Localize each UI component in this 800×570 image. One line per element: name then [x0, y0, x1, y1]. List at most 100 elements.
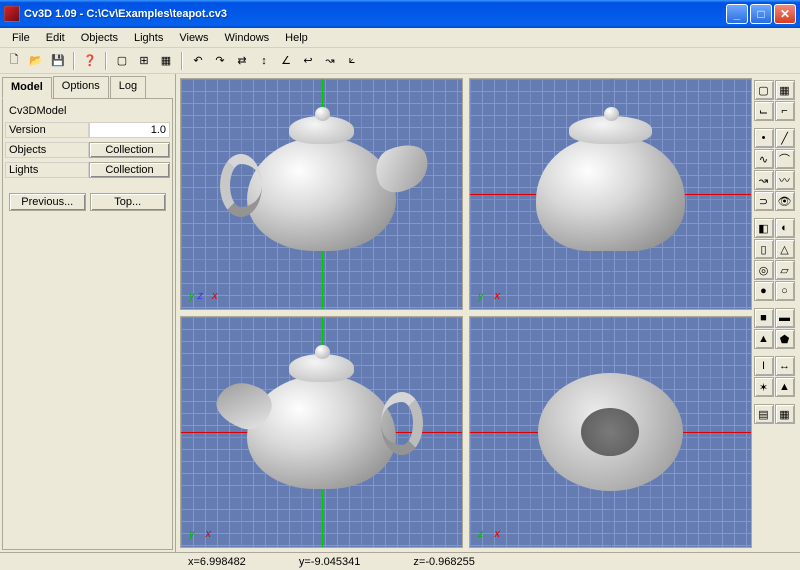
plane-icon[interactable]: ▱ — [775, 260, 795, 280]
circle-icon[interactable]: ● — [754, 281, 774, 301]
prop-name-version: Version — [5, 122, 89, 138]
torus-icon[interactable]: ◎ — [754, 260, 774, 280]
close-button[interactable]: ✕ — [774, 4, 796, 24]
tab-options[interactable]: Options — [53, 76, 109, 98]
viewport-side[interactable]: y x — [180, 316, 463, 548]
teapot-render — [201, 95, 443, 293]
teapot-render — [490, 333, 732, 531]
curve-tool-icon[interactable]: ∿ — [754, 149, 774, 169]
top-button[interactable]: Top... — [90, 193, 167, 211]
axis-badge: y x — [189, 526, 211, 541]
right-toolbar: ▢ ▦ ⌙ ⌐ • ╱ ∿ ⌒ ↝ 〰 ⊃ 👁 ◧ ◐ ▯ △ ◎ ▱ — [752, 78, 796, 548]
arrows-icon[interactable]: ⇄ — [232, 51, 252, 71]
titlebar: Cv3D 1.09 - C:\Cv\Examples\teapot.cv3 _ … — [0, 0, 800, 28]
teapot-render — [490, 95, 732, 293]
prop-name-objects: Objects — [5, 142, 89, 158]
rotate-left-icon[interactable]: ↶ — [188, 51, 208, 71]
axis-badge: y x — [478, 288, 500, 303]
nav-buttons: Previous... Top... — [5, 193, 170, 211]
maximize-button[interactable]: □ — [750, 4, 772, 24]
quad-icon[interactable]: ▦ — [156, 51, 176, 71]
layout-quad-icon[interactable]: ▦ — [775, 80, 795, 100]
previous-button[interactable]: Previous... — [9, 193, 86, 211]
measure-icon[interactable]: ⟀ — [342, 51, 362, 71]
sidebar: Model Options Log Cv3DModel Version 1.0 … — [0, 74, 176, 552]
pyramid-icon[interactable]: ▲ — [775, 377, 795, 397]
minimize-button[interactable]: _ — [726, 4, 748, 24]
curve-icon[interactable]: ↝ — [320, 51, 340, 71]
menu-help[interactable]: Help — [277, 30, 316, 46]
main-area: Model Options Log Cv3DModel Version 1.0 … — [0, 74, 800, 552]
view-area: y z x y x — [176, 74, 800, 552]
prop-name-lights: Lights — [5, 162, 89, 178]
tab-content: Cv3DModel Version 1.0 Objects Collection… — [2, 98, 173, 550]
menu-edit[interactable]: Edit — [38, 30, 73, 46]
hatch-icon[interactable]: ▤ — [754, 404, 774, 424]
open-icon[interactable]: 📂 — [26, 51, 46, 71]
prop-row-objects: Objects Collection — [5, 141, 170, 159]
rect-shape-icon[interactable]: ▬ — [775, 308, 795, 328]
undo-icon[interactable]: ↩ — [298, 51, 318, 71]
separator — [105, 52, 107, 70]
axis-badge: z x — [478, 526, 500, 541]
cylinder-icon[interactable]: ▯ — [754, 239, 774, 259]
text-tool-icon[interactable]: I — [754, 356, 774, 376]
status-x: x=6.998482 — [188, 556, 246, 568]
magnet-icon[interactable]: ⊃ — [754, 191, 774, 211]
menu-lights[interactable]: Lights — [126, 30, 171, 46]
poly-shape-icon[interactable]: ⬟ — [775, 329, 795, 349]
status-y: y=-9.045341 — [299, 556, 360, 568]
prop-value-version[interactable]: 1.0 — [89, 122, 170, 138]
model-class-label: Cv3DModel — [5, 103, 170, 119]
statusbar: x=6.998482 y=-9.045341 z=-0.968255 — [0, 552, 800, 570]
info-icon[interactable]: ❓ — [80, 51, 100, 71]
dimension-icon[interactable]: ↔ — [775, 356, 795, 376]
spline-tool-icon[interactable]: 〰 — [775, 170, 795, 190]
tri-shape-icon[interactable]: ▲ — [754, 329, 774, 349]
menu-windows[interactable]: Windows — [217, 30, 278, 46]
sidebar-tabs: Model Options Log — [2, 76, 173, 98]
ring-icon[interactable]: ○ — [775, 281, 795, 301]
viewport-front[interactable]: y x — [469, 78, 752, 310]
viewport-perspective[interactable]: y z x — [180, 78, 463, 310]
square-icon[interactable]: ▢ — [112, 51, 132, 71]
grid-icon[interactable]: ⊞ — [134, 51, 154, 71]
menu-views[interactable]: Views — [171, 30, 216, 46]
window-buttons: _ □ ✕ — [726, 4, 796, 24]
menu-objects[interactable]: Objects — [73, 30, 126, 46]
grid-tool-icon[interactable]: ▦ — [775, 404, 795, 424]
layout-l-icon[interactable]: ⌙ — [754, 101, 774, 121]
point-tool-icon[interactable]: • — [754, 128, 774, 148]
rotate-right-icon[interactable]: ↷ — [210, 51, 230, 71]
cone-icon[interactable]: △ — [775, 239, 795, 259]
separator — [181, 52, 183, 70]
prop-btn-objects[interactable]: Collection — [89, 142, 170, 158]
square-shape-icon[interactable]: ■ — [754, 308, 774, 328]
angle-icon[interactable]: ∠ — [276, 51, 296, 71]
new-icon[interactable]: 🗋 — [4, 51, 24, 71]
star-icon[interactable]: ✶ — [754, 377, 774, 397]
save-icon[interactable]: 💾 — [48, 51, 68, 71]
prop-btn-lights[interactable]: Collection — [89, 162, 170, 178]
cube-icon[interactable]: ◧ — [754, 218, 774, 238]
line-tool-icon[interactable]: ╱ — [775, 128, 795, 148]
toolbar: 🗋 📂 💾 ❓ ▢ ⊞ ▦ ↶ ↷ ⇄ ↕ ∠ ↩ ↝ ⟀ — [0, 48, 800, 74]
viewport-top[interactable]: z x — [469, 316, 752, 548]
arrow-up-icon[interactable]: ↕ — [254, 51, 274, 71]
viewports: y z x y x — [180, 78, 752, 548]
teapot-render — [201, 333, 443, 531]
status-z: z=-0.968255 — [413, 556, 474, 568]
tab-log[interactable]: Log — [110, 76, 146, 98]
tab-model[interactable]: Model — [2, 77, 52, 99]
sphere-icon[interactable]: ◐ — [775, 218, 795, 238]
layout-l2-icon[interactable]: ⌐ — [775, 101, 795, 121]
eye-icon[interactable]: 👁 — [775, 191, 795, 211]
menu-file[interactable]: File — [4, 30, 38, 46]
window-title: Cv3D 1.09 - C:\Cv\Examples\teapot.cv3 — [24, 8, 726, 20]
app-icon — [4, 6, 20, 22]
path-tool-icon[interactable]: ↝ — [754, 170, 774, 190]
prop-row-lights: Lights Collection — [5, 161, 170, 179]
separator — [73, 52, 75, 70]
arc-tool-icon[interactable]: ⌒ — [775, 149, 795, 169]
layout-single-icon[interactable]: ▢ — [754, 80, 774, 100]
